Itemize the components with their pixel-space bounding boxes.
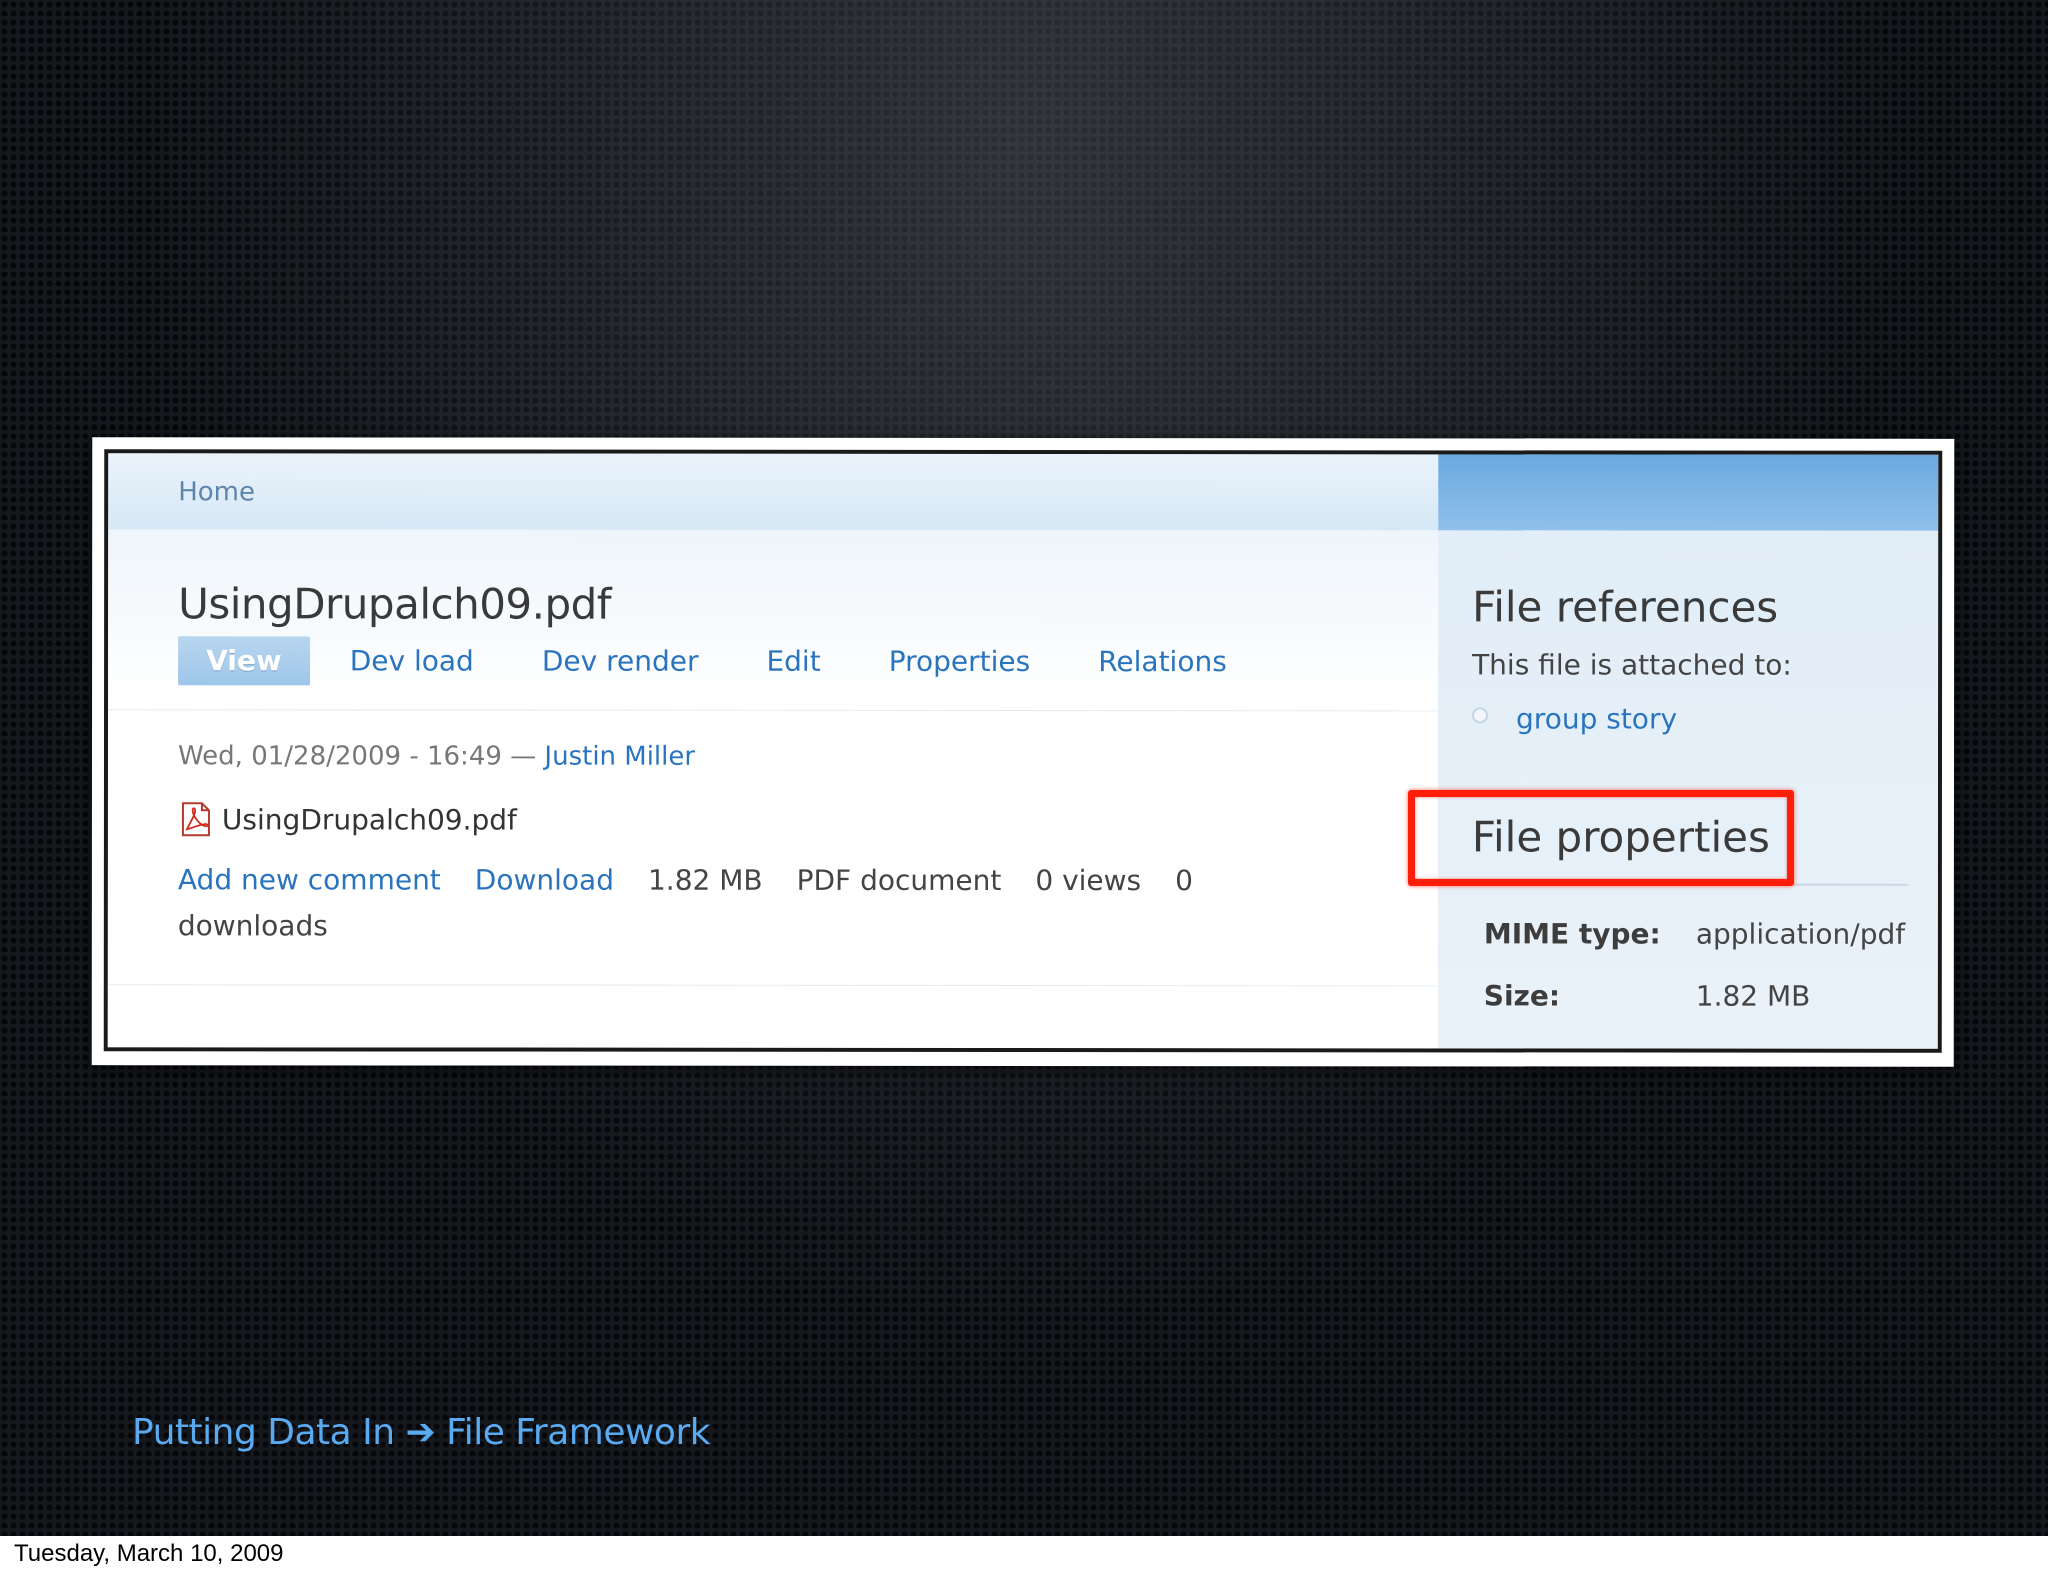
attached-to-text: This file is attached to: — [1472, 648, 1792, 682]
tab-dev-render[interactable]: Dev render — [542, 644, 699, 677]
file-type: PDF document — [796, 863, 1002, 897]
footer-date: Tuesday, March 10, 2009 — [14, 1540, 284, 1567]
file-attachment: UsingDrupalch09.pdf — [178, 801, 517, 837]
tab-dev-load[interactable]: Dev load — [350, 644, 474, 677]
main-content: UsingDrupalch09.pdf View Dev load Dev re… — [107, 529, 1439, 1049]
properties-table: MIME type: application/pdf Size: 1.82 MB — [1484, 902, 1905, 1026]
bullet-icon — [1472, 706, 1489, 723]
divider — [108, 709, 1439, 712]
pdf-icon — [178, 801, 214, 837]
divider — [107, 984, 1438, 987]
tab-bar: View Dev load Dev render Edit Properties… — [178, 634, 1295, 687]
tab-properties[interactable]: Properties — [889, 644, 1031, 677]
group-story-link[interactable]: group story — [1516, 702, 1677, 735]
browser-frame: Home UsingDrupalch09.pdf View Dev load D… — [103, 449, 1943, 1053]
top-bar-accent — [1438, 454, 1939, 531]
mime-label: MIME type: — [1483, 916, 1661, 951]
breadcrumb-home[interactable]: Home — [178, 477, 255, 507]
size-label: Size: — [1483, 978, 1561, 1012]
size-value: 1.82 MB — [1695, 979, 1811, 1013]
slide-background: Home UsingDrupalch09.pdf View Dev load D… — [0, 0, 2048, 1536]
table-row: MIME type: application/pdf — [1484, 902, 1905, 964]
file-references-title: File references — [1472, 582, 1779, 632]
file-name[interactable]: UsingDrupalch09.pdf — [222, 803, 517, 836]
page-title: UsingDrupalch09.pdf — [178, 579, 612, 629]
top-nav-bar: Home — [108, 453, 1439, 532]
mime-value: application/pdf — [1695, 917, 1906, 951]
tab-relations[interactable]: Relations — [1098, 645, 1227, 678]
download-link[interactable]: Download — [475, 864, 614, 897]
list-item: group story — [1472, 702, 1677, 736]
highlight-box — [1408, 790, 1794, 886]
add-comment-link[interactable]: Add new comment — [178, 863, 441, 896]
file-size: 1.82 MB — [647, 863, 763, 897]
view-count: 0 views — [1035, 864, 1142, 898]
screenshot-card: Home UsingDrupalch09.pdf View Dev load D… — [91, 437, 1955, 1067]
slide-caption: Putting Data In ➔ File Framework — [132, 1412, 711, 1453]
tab-edit[interactable]: Edit — [766, 644, 820, 677]
table-row: Size: 1.82 MB — [1484, 964, 1905, 1026]
post-date: Wed, 01/28/2009 - 16:49 — — [177, 741, 545, 772]
tab-view[interactable]: View — [178, 635, 310, 685]
author-link[interactable]: Justin Miller — [544, 742, 695, 772]
post-meta: Wed, 01/28/2009 - 16:49 — Justin Miller — [178, 741, 695, 771]
file-links: Add new comment Download 1.82 MB PDF docume… — [178, 857, 1278, 950]
